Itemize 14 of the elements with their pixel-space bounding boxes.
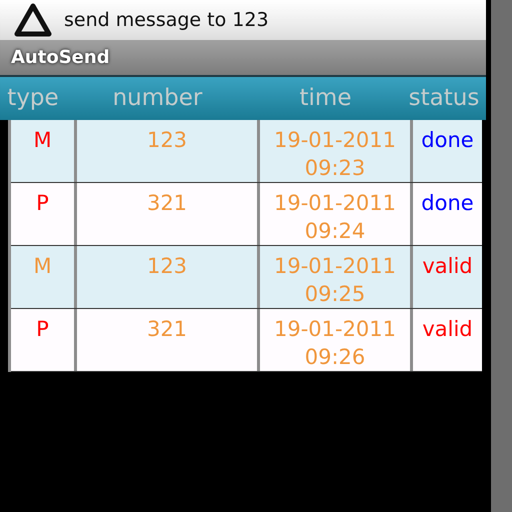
table-cell: 19-01-2011 09:26 xyxy=(257,309,410,371)
table-cell-text: P xyxy=(35,190,50,217)
table-cell-text: M xyxy=(32,127,53,154)
table-cell-text: M xyxy=(32,253,53,280)
column-header: number xyxy=(112,84,204,114)
column-header: type xyxy=(6,84,60,114)
column-header: time xyxy=(298,84,352,114)
notification-text: send message to 123 xyxy=(64,8,269,33)
warning-icon xyxy=(14,3,52,37)
column-header: status xyxy=(408,84,480,114)
app-title: AutoSend xyxy=(11,46,110,70)
table-cell-text: P xyxy=(35,316,50,343)
table-cell: 321 xyxy=(74,309,257,371)
table-cell: valid xyxy=(410,309,482,371)
